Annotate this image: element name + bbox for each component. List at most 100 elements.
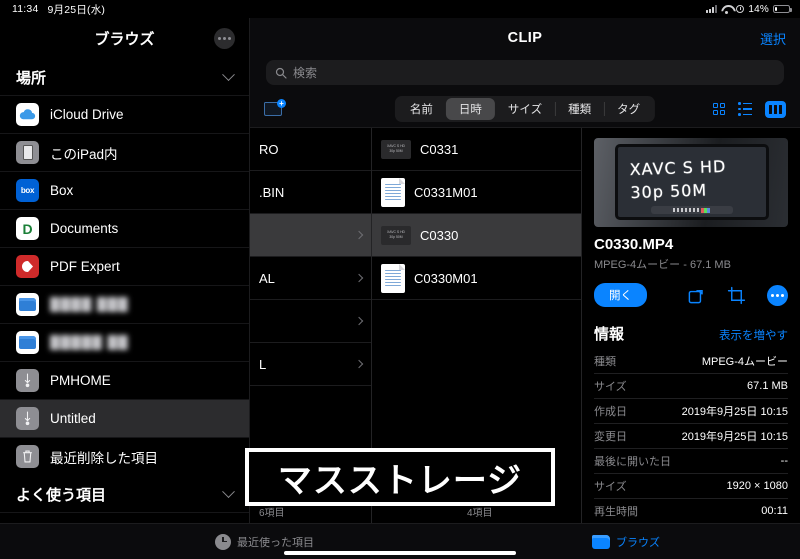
preview-file-name: C0330.MP4 bbox=[594, 236, 674, 253]
crop-icon[interactable] bbox=[727, 286, 746, 305]
tab-browse[interactable]: ブラウズ bbox=[592, 534, 660, 550]
page-title: CLIP bbox=[507, 30, 543, 46]
file-name: C0330 bbox=[420, 227, 459, 243]
sidebar-item-redacted-1[interactable]: ████ ███ bbox=[0, 285, 249, 323]
more-actions-button[interactable] bbox=[767, 284, 788, 306]
info-row-dimensions: サイズ 1920 × 1080 bbox=[594, 473, 788, 498]
sort-option-kind[interactable]: 種類 bbox=[555, 98, 604, 120]
sort-segmented-control[interactable]: 名前 日時 サイズ 種類 タグ bbox=[394, 96, 656, 122]
info-row-duration: 再生時間 00:11 bbox=[594, 498, 788, 523]
sidebar-item-icloud-drive[interactable]: iCloud Drive bbox=[0, 95, 249, 133]
sidebar-item-redacted-2[interactable]: █████ ██ bbox=[0, 323, 249, 361]
tab-label: 最近使った項目 bbox=[237, 536, 314, 549]
sidebar-item-label: PMHOME bbox=[50, 373, 111, 388]
grid-view-icon[interactable] bbox=[712, 102, 725, 116]
sidebar-item-label: Box bbox=[50, 183, 74, 198]
sidebar-item-on-my-ipad[interactable]: このiPad内 bbox=[0, 133, 249, 171]
pdf-expert-icon bbox=[16, 255, 39, 278]
open-button[interactable]: 開く bbox=[594, 283, 647, 307]
preview-toolbar-strip bbox=[650, 206, 734, 215]
info-value: -- bbox=[780, 455, 788, 467]
home-indicator[interactable] bbox=[284, 551, 516, 555]
sidebar-item-box[interactable]: box Box bbox=[0, 171, 249, 209]
sidebar-section-favorites[interactable]: よく使う項目 bbox=[0, 475, 249, 512]
content-header: CLIP 選択 bbox=[250, 18, 800, 58]
new-folder-badge: + bbox=[277, 99, 286, 108]
wifi-icon bbox=[721, 5, 732, 14]
chevron-right-icon bbox=[354, 230, 364, 240]
preview-handwriting: XAVC S HD 30p 50M bbox=[629, 153, 754, 204]
info-value: 67.1 MB bbox=[747, 380, 788, 392]
new-folder-button[interactable]: + bbox=[264, 99, 286, 119]
info-key: 作成日 bbox=[594, 406, 627, 418]
file-column-b-rows[interactable]: XAVC S HD 30p 50M C0331 C0331M01 XAVC S … bbox=[372, 128, 581, 499]
sidebar-item-downloads[interactable]: ダウンロード bbox=[0, 512, 249, 523]
content-toolbar: + 名前 日時 サイズ 種類 タグ bbox=[250, 91, 800, 127]
sidebar-item-pmhome[interactable]: PMHOME bbox=[0, 361, 249, 399]
sidebar-section-locations[interactable]: 場所 bbox=[0, 58, 249, 95]
battery-percent: 14% bbox=[748, 3, 769, 15]
table-row[interactable] bbox=[250, 214, 371, 257]
file-name: L bbox=[259, 356, 267, 372]
table-row[interactable]: XAVC S HD 30p 50M C0331 bbox=[372, 128, 581, 171]
overlay-caption-text: マスストレージ bbox=[277, 460, 523, 501]
sidebar-item-untitled[interactable]: Untitled bbox=[0, 399, 249, 437]
table-row[interactable]: L bbox=[250, 343, 371, 386]
info-row-created: 作成日 2019年9月25日 10:15 bbox=[594, 398, 788, 423]
chevron-down-icon bbox=[222, 485, 235, 499]
sidebar-item-label: このiPad内 bbox=[50, 146, 118, 162]
file-name: C0331M01 bbox=[414, 184, 478, 200]
preview-ipad-screen: XAVC S HD 30p 50M bbox=[615, 144, 769, 220]
info-key: 種類 bbox=[594, 355, 616, 368]
overlay-caption: マスストレージ bbox=[245, 448, 555, 506]
preview-thumbnail[interactable]: XAVC S HD 30p 50M bbox=[594, 138, 788, 227]
table-row[interactable]: .BIN bbox=[250, 171, 371, 214]
preview-handwriting-line-2: 30p 50M bbox=[630, 180, 708, 202]
table-row[interactable]: XAVC S HD 30p 50M C0330 bbox=[372, 214, 581, 257]
sort-option-date[interactable]: 日時 bbox=[445, 98, 495, 120]
sidebar-scroll[interactable]: 場所 iCloud Drive このiPad内 box Box D Docume… bbox=[0, 58, 249, 523]
sidebar: ブラウズ 場所 iCloud Drive このiPad内 box Box D D… bbox=[0, 18, 250, 523]
sidebar-item-label: Untitled bbox=[50, 411, 96, 426]
folder-icon bbox=[592, 534, 610, 549]
info-row-kind: 種類 MPEG-4ムービー bbox=[594, 348, 788, 373]
trash-icon bbox=[16, 445, 39, 468]
info-rows: 種類 MPEG-4ムービー サイズ 67.1 MB 作成日 2019年9月25日… bbox=[594, 348, 788, 523]
sidebar-item-recently-deleted[interactable]: 最近削除した項目 bbox=[0, 437, 249, 475]
sort-option-tags[interactable]: タグ bbox=[604, 98, 653, 120]
sidebar-item-documents[interactable]: D Documents bbox=[0, 209, 249, 247]
clock-icon bbox=[215, 533, 231, 550]
tab-recents[interactable]: 最近使った項目 bbox=[215, 533, 314, 550]
file-name: .BIN bbox=[259, 184, 285, 200]
table-row[interactable]: C0330M01 bbox=[372, 257, 581, 300]
sidebar-more-button[interactable] bbox=[214, 27, 235, 49]
signal-icon bbox=[706, 5, 718, 13]
sort-option-name[interactable]: 名前 bbox=[397, 98, 446, 120]
sidebar-title: ブラウズ bbox=[94, 30, 155, 48]
sidebar-item-label: iCloud Drive bbox=[50, 107, 124, 122]
sidebar-item-label: PDF Expert bbox=[50, 259, 120, 274]
box-icon: box bbox=[16, 179, 39, 202]
search-placeholder: 検索 bbox=[293, 66, 318, 80]
info-title: 情報 bbox=[594, 326, 625, 343]
table-row[interactable]: AL bbox=[250, 257, 371, 300]
column-view-icon[interactable] bbox=[765, 100, 786, 118]
sidebar-item-pdf-expert[interactable]: PDF Expert bbox=[0, 247, 249, 285]
ipad-files-app: 11:34 9月25日(水) 14% ブラウズ 場所 iCloud Drive … bbox=[0, 0, 800, 559]
select-button[interactable]: 選択 bbox=[760, 29, 786, 48]
status-bar: 11:34 9月25日(水) 14% bbox=[0, 0, 800, 18]
tab-bar: 最近使った項目 ブラウズ bbox=[0, 523, 800, 559]
info-value: 00:11 bbox=[761, 505, 788, 517]
list-view-icon[interactable] bbox=[738, 102, 752, 116]
table-row[interactable] bbox=[250, 300, 371, 343]
sort-option-size[interactable]: サイズ bbox=[495, 98, 555, 120]
file-column-a-rows[interactable]: RO .BIN AL L bbox=[250, 128, 371, 499]
show-more-button[interactable]: 表示を増やす bbox=[719, 327, 788, 343]
sidebar-section-label: 場所 bbox=[16, 70, 47, 87]
search-field[interactable]: 検索 bbox=[266, 60, 784, 85]
file-name: AL bbox=[259, 270, 275, 286]
table-row[interactable]: C0331M01 bbox=[372, 171, 581, 214]
sidebar-item-label: 最近削除した項目 bbox=[50, 450, 158, 466]
rotate-icon[interactable] bbox=[687, 286, 706, 305]
table-row[interactable]: RO bbox=[250, 128, 371, 171]
